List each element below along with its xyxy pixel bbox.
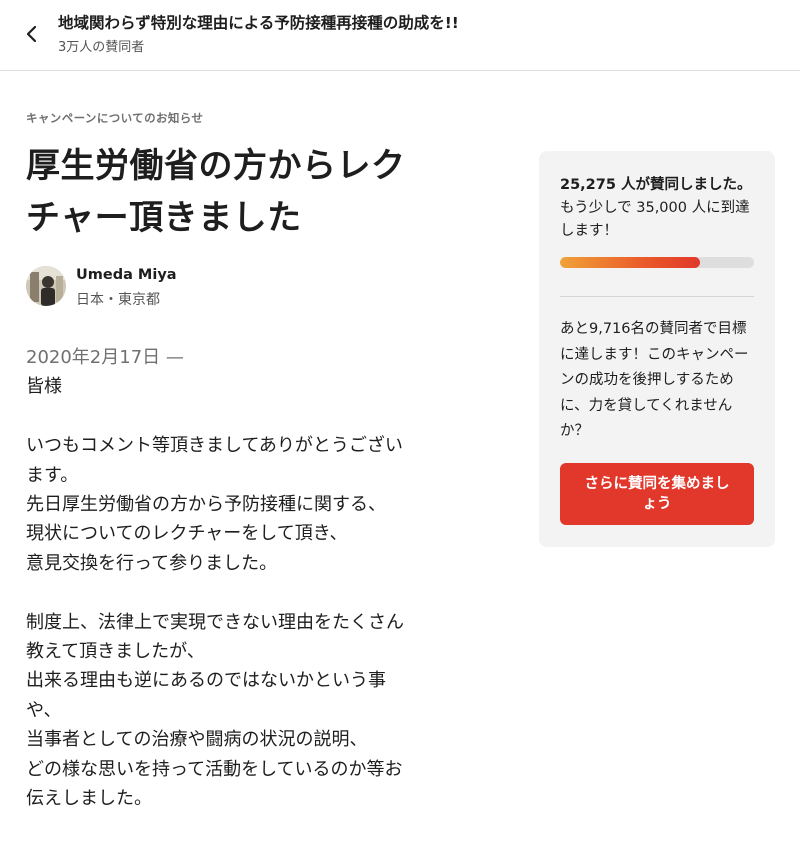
page-title-line: 厚生労働省の方からレク xyxy=(26,146,406,186)
page-title: 厚生労働省の方からレク チャー頂きました xyxy=(26,140,496,244)
page-title-line: チャー頂きました xyxy=(26,198,302,238)
supporter-count: 3万人の賛同者 xyxy=(58,40,145,55)
support-panel: 25,275 人が賛同しました。もう少しで 35,000 人に到達します！ あと… xyxy=(539,151,775,547)
campaign-title[interactable]: 地域関わらず特別な理由による予防接種再接種の助成を!! xyxy=(58,11,459,33)
back-button[interactable] xyxy=(16,18,48,50)
supporter-status: 25,275 人が賛同しました。もう少しで 35,000 人に到達します！ xyxy=(560,174,760,243)
progress-bar-fill xyxy=(560,257,700,268)
top-bar: 地域関わらず特別な理由による予防接種再接種の助成を!! 3万人の賛同者 xyxy=(0,0,800,71)
paragraph: いつもコメント等頂きましてありがとうござい ます。 先日厚生労働省の方から予防接… xyxy=(26,435,403,574)
goal-message: あと9,716名の賛同者で目標に達します！このキャンペーンの成功を後押しするため… xyxy=(560,321,749,439)
user-photo-icon xyxy=(26,266,66,306)
greeting: 皆様 xyxy=(26,376,62,398)
supporter-count-bold: 25,275 人が賛同しました。 xyxy=(560,177,752,193)
author-location: 日本・東京都 xyxy=(76,292,160,308)
chevron-left-icon xyxy=(26,25,37,43)
post-date: 2020年2月17日 — xyxy=(26,347,184,368)
progress-bar xyxy=(560,257,754,268)
post-header: キャンペーンについてのお知らせ 厚生労働省の方からレク チャー頂きました xyxy=(26,110,496,244)
post-body: 2020年2月17日 — 皆様 いつもコメント等頂きましてありがとうござい ます… xyxy=(26,343,496,813)
author-name[interactable]: Umeda Miya xyxy=(76,267,177,283)
share-campaign-button[interactable]: さらに賛同を集めましょう xyxy=(560,463,754,525)
avatar[interactable] xyxy=(26,266,66,306)
post-kicker: キャンペーンについてのお知らせ xyxy=(26,111,204,125)
divider xyxy=(560,296,754,297)
supporter-goal-text: もう少しで 35,000 人に到達します！ xyxy=(560,200,750,239)
paragraph: 制度上、法律上で実現できない理由をたくさん 教えて頂きましたが、 出来る理由も逆… xyxy=(26,611,404,810)
